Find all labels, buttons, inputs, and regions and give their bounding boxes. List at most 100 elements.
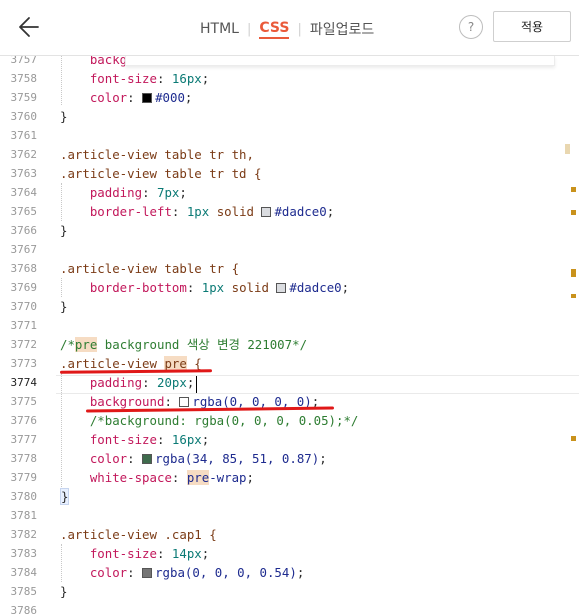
code-line: .article-view .cap1 { xyxy=(60,527,217,542)
color-swatch[interactable] xyxy=(142,568,153,578)
css-property: padding xyxy=(89,375,143,390)
tab-css[interactable]: CSS xyxy=(259,20,290,39)
line-number: 3781 xyxy=(10,509,38,522)
scrollbar-marker xyxy=(571,187,576,192)
color-swatch[interactable] xyxy=(276,283,287,293)
tab-html[interactable]: HTML xyxy=(200,21,239,37)
matching-brace: } xyxy=(60,488,70,505)
code-line: } xyxy=(60,109,68,124)
css-value: rgba(34, 85, 51, 0.87) xyxy=(155,451,320,466)
line-number: 3786 xyxy=(10,604,38,614)
apply-button[interactable]: 적용 xyxy=(493,11,571,42)
code-line: color: rgba(0, 0, 0, 0.54); xyxy=(89,565,305,580)
color-swatch[interactable] xyxy=(142,93,153,103)
css-value: #dadce0 xyxy=(289,280,342,295)
code-line: white-space: pre-wrap; xyxy=(89,470,254,485)
color-swatch[interactable] xyxy=(261,207,272,217)
line-number: 3785 xyxy=(10,585,38,598)
css-property: font-size xyxy=(89,546,157,561)
code-line: } xyxy=(60,223,68,238)
line-number: 3770 xyxy=(10,300,38,313)
line-number: 3767 xyxy=(10,243,38,256)
code-line: color: #000; xyxy=(89,90,193,105)
line-number: 3761 xyxy=(10,129,38,142)
css-number: 7px xyxy=(156,185,180,200)
css-property: padding xyxy=(89,185,143,200)
code-line: } xyxy=(60,584,68,599)
editor-tabs: HTML | CSS | 파일업로드 xyxy=(200,19,374,39)
css-keyword: solid xyxy=(231,280,269,295)
code-line: font-size: 16px; xyxy=(89,71,210,86)
line-number: 3763 xyxy=(10,167,38,180)
css-number: 20px xyxy=(156,375,187,390)
code-editor[interactable]: 3757 3758 3759 3760 3761 3762 3763 3764 … xyxy=(0,56,579,614)
css-value: #dadce0 xyxy=(274,204,327,219)
search-match-highlight: pre xyxy=(186,470,210,485)
code-comment: /*background: rgba(0, 0, 0, 0.05);*/ xyxy=(60,411,359,430)
line-number: 3784 xyxy=(10,566,38,579)
css-number: 1px xyxy=(201,280,225,295)
code-line: } xyxy=(60,299,68,314)
css-number: 16px xyxy=(171,432,202,447)
code-line: color: rgba(34, 85, 51, 0.87); xyxy=(89,451,327,466)
tab-divider: | xyxy=(297,21,302,37)
line-number: 3769 xyxy=(10,281,38,294)
scrollbar-marker xyxy=(571,294,576,298)
line-number: 3773 xyxy=(10,357,38,370)
search-match-highlight: pre xyxy=(74,337,98,352)
tab-file-upload[interactable]: 파일업로드 xyxy=(310,19,374,39)
css-property: white-space xyxy=(89,470,172,485)
css-property: color xyxy=(89,565,128,580)
code-line: .article-view table tr { xyxy=(60,261,240,276)
line-number-gutter: 3757 3758 3759 3760 3761 3762 3763 3764 … xyxy=(0,56,50,614)
line-number: 3757 xyxy=(10,56,38,66)
code-comment: /*pre background 색상 변경 221007*/ xyxy=(60,335,307,354)
code-line: border-left: 1px solid #dadce0; xyxy=(89,204,335,219)
code-line: .article-view table tr th, xyxy=(60,147,254,162)
line-number: 3766 xyxy=(10,224,38,237)
css-value: -wrap xyxy=(209,470,247,485)
color-swatch[interactable] xyxy=(179,397,190,407)
code-line: padding: 7px; xyxy=(89,185,187,200)
code-line: padding: 20px; xyxy=(89,375,195,390)
css-selector: .article-view xyxy=(60,356,165,371)
back-arrow-icon[interactable] xyxy=(14,12,44,42)
scrollbar-marker xyxy=(571,269,576,277)
color-swatch[interactable] xyxy=(142,454,153,464)
css-number: 16px xyxy=(171,71,202,86)
css-keyword: solid xyxy=(216,204,254,219)
autocomplete-popup-edge xyxy=(125,56,555,66)
scrollbar-marker xyxy=(565,144,570,154)
code-line: font-size: 16px; xyxy=(89,432,210,447)
line-number: 3780 xyxy=(10,490,38,503)
help-icon[interactable]: ? xyxy=(459,15,483,39)
line-number: 3762 xyxy=(10,148,38,161)
line-number: 3782 xyxy=(10,528,38,541)
code-line: .article-view table tr td { xyxy=(60,166,262,181)
code-line: font-size: 14px; xyxy=(89,546,210,561)
css-number: 1px xyxy=(186,204,210,219)
css-property: background xyxy=(89,394,165,409)
css-value: rgba(0, 0, 0, 0.54) xyxy=(155,565,297,580)
code-line: } xyxy=(60,487,70,506)
line-number: 3764 xyxy=(10,186,38,199)
css-number: 14px xyxy=(171,546,202,561)
css-property: border-left xyxy=(89,204,172,219)
code-line: backgr xyxy=(60,56,135,69)
comment-text: /*background: rgba(0, 0, 0, 0.05);*/ xyxy=(89,413,359,428)
scrollbar-marker xyxy=(571,210,576,215)
line-number: 3768 xyxy=(10,262,38,275)
code-line: border-bottom: 1px solid #dadce0; xyxy=(89,280,350,295)
line-number: 3772 xyxy=(10,338,38,351)
css-property: font-size xyxy=(89,71,157,86)
line-number: 3760 xyxy=(10,110,38,123)
line-number: 3771 xyxy=(10,319,38,332)
line-number: 3765 xyxy=(10,205,38,218)
line-number: 3777 xyxy=(10,433,38,446)
line-number: 3776 xyxy=(10,414,38,427)
comment-start: /* xyxy=(60,337,75,352)
text-cursor xyxy=(196,376,197,393)
tab-divider: | xyxy=(246,21,252,37)
line-number: 3778 xyxy=(10,452,38,465)
line-number: 3775 xyxy=(10,395,38,408)
